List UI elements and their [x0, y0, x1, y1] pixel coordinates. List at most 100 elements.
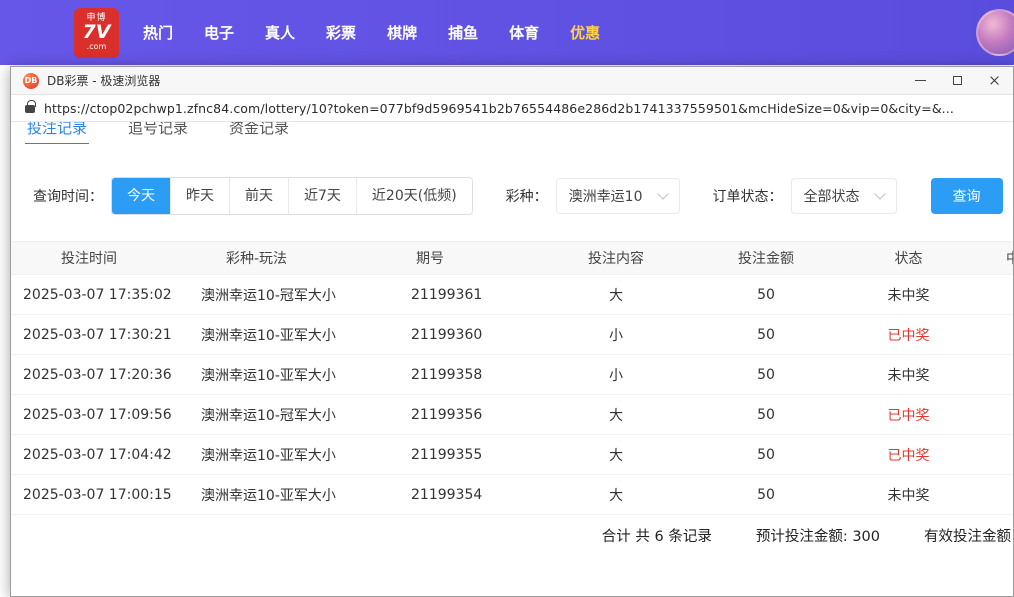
site-header: 申博 7V .com 热门 电子 真人 彩票 棋牌 捕鱼 体育 优惠: [0, 0, 1014, 65]
row-game: 澳洲幸运10-冠军大小: [191, 395, 391, 435]
lottery-select-value: 澳洲幸运10: [569, 186, 643, 206]
row-status: 已中奖: [841, 435, 976, 475]
time-option-yesterday[interactable]: 昨天: [170, 178, 229, 214]
order-status-value: 全部状态: [804, 186, 860, 206]
chevron-down-icon: [874, 188, 885, 199]
row-amount: 50: [691, 315, 841, 355]
main-nav: 热门 电子 真人 彩票 棋牌 捕鱼 体育 优惠: [143, 22, 600, 43]
minimize-button[interactable]: [902, 67, 939, 94]
maximize-button[interactable]: [939, 67, 976, 94]
minimize-icon: [915, 80, 926, 81]
summary-bar: 合计 共 6 条记录 预计投注金额: 300 有效投注金额: [11, 515, 1013, 555]
table-row: 2025-03-07 17:09:56 澳洲幸运10-冠军大小 21199356…: [11, 395, 1013, 435]
records-table-wrap: 投注时间 彩种-玩法 期号 投注内容 投注金额 状态 中 2025-03-07 …: [11, 241, 1013, 515]
col-header-amount: 投注金额: [691, 242, 841, 275]
time-option-20days[interactable]: 近20天(低频): [356, 178, 472, 214]
window-title: DB彩票 - 极速浏览器: [47, 72, 160, 89]
row-amount: 50: [691, 395, 841, 435]
lottery-select[interactable]: 澳洲幸运10: [556, 178, 680, 214]
nav-item-live[interactable]: 真人: [265, 22, 295, 43]
row-winnings: [976, 475, 1013, 515]
row-game: 澳洲幸运10-冠军大小: [191, 275, 391, 315]
time-option-7days[interactable]: 近7天: [288, 178, 356, 214]
table-row: 2025-03-07 17:04:42 澳洲幸运10-亚军大小 21199355…: [11, 435, 1013, 475]
nav-item-hot[interactable]: 热门: [143, 22, 173, 43]
maximize-icon: [953, 76, 962, 85]
row-game: 澳洲幸运10-亚军大小: [191, 315, 391, 355]
summary-expected-amount: 预计投注金额: 300: [756, 525, 880, 546]
row-time: 2025-03-07 17:30:21: [11, 315, 191, 355]
row-time: 2025-03-07 17:09:56: [11, 395, 191, 435]
site-logo[interactable]: 申博 7V .com: [74, 8, 119, 58]
user-avatar[interactable]: [976, 9, 1014, 56]
row-amount: 50: [691, 355, 841, 395]
row-issue: 21199360: [391, 315, 541, 355]
window-titlebar[interactable]: DB DB彩票 - 极速浏览器: [11, 67, 1013, 95]
row-issue: 21199361: [391, 275, 541, 315]
tab-chase-records[interactable]: 追号记录: [126, 122, 190, 144]
row-content: 大: [541, 395, 691, 435]
records-table: 投注时间 彩种-玩法 期号 投注内容 投注金额 状态 中 2025-03-07 …: [11, 241, 1013, 515]
filter-bar: 查询时间： 今天 昨天 前天 近7天 近20天(低频) 彩种： 澳洲幸运10 订…: [33, 177, 1013, 215]
col-header-status: 状态: [841, 242, 976, 275]
order-status-select[interactable]: 全部状态: [791, 178, 897, 214]
nav-item-sports[interactable]: 体育: [509, 22, 539, 43]
lottery-filter-label: 彩种：: [506, 186, 548, 206]
row-status: 未中奖: [841, 475, 976, 515]
row-amount: 50: [691, 475, 841, 515]
logo-line3: .com: [87, 43, 107, 51]
time-filter-label: 查询时间：: [33, 186, 103, 206]
logo-line2: 7V: [83, 23, 111, 43]
row-time: 2025-03-07 17:35:02: [11, 275, 191, 315]
summary-total-records: 合计 共 6 条记录: [602, 525, 712, 546]
table-header-row: 投注时间 彩种-玩法 期号 投注内容 投注金额 状态 中: [11, 242, 1013, 275]
row-content: 大: [541, 435, 691, 475]
row-status: 未中奖: [841, 275, 976, 315]
row-amount: 50: [691, 275, 841, 315]
row-issue: 21199355: [391, 435, 541, 475]
status-filter-label: 订单状态：: [713, 186, 783, 206]
table-row: 2025-03-07 17:00:15 澳洲幸运10-亚军大小 21199354…: [11, 475, 1013, 515]
db-app-icon: DB: [23, 73, 39, 89]
browser-window: DB DB彩票 - 极速浏览器 https://ctop02pchwp1.zfn…: [10, 66, 1014, 597]
nav-item-lottery[interactable]: 彩票: [326, 22, 356, 43]
row-winnings: [976, 275, 1013, 315]
row-winnings: [976, 395, 1013, 435]
close-button[interactable]: [976, 67, 1013, 94]
row-time: 2025-03-07 17:04:42: [11, 435, 191, 475]
nav-item-cards[interactable]: 棋牌: [387, 22, 417, 43]
col-header-content: 投注内容: [541, 242, 691, 275]
url-text[interactable]: https://ctop02pchwp1.zfnc84.com/lottery/…: [44, 101, 954, 116]
tab-bet-records[interactable]: 投注记录: [25, 122, 89, 144]
row-time: 2025-03-07 17:20:36: [11, 355, 191, 395]
col-header-time: 投注时间: [11, 242, 191, 275]
nav-item-promo[interactable]: 优惠: [570, 22, 600, 43]
nav-item-fishing[interactable]: 捕鱼: [448, 22, 478, 43]
row-content: 大: [541, 275, 691, 315]
row-winnings: [976, 315, 1013, 355]
row-issue: 21199356: [391, 395, 541, 435]
nav-item-slots[interactable]: 电子: [204, 22, 234, 43]
time-filter-group: 今天 昨天 前天 近7天 近20天(低频): [111, 177, 473, 215]
row-game: 澳洲幸运10-亚军大小: [191, 355, 391, 395]
time-option-today[interactable]: 今天: [112, 178, 170, 214]
close-icon: [989, 75, 1000, 86]
row-amount: 50: [691, 435, 841, 475]
address-bar[interactable]: https://ctop02pchwp1.zfnc84.com/lottery/…: [11, 95, 1013, 122]
search-button[interactable]: 查询: [931, 178, 1003, 214]
table-row: 2025-03-07 17:30:21 澳洲幸运10-亚军大小 21199360…: [11, 315, 1013, 355]
row-time: 2025-03-07 17:00:15: [11, 475, 191, 515]
row-game: 澳洲幸运10-亚军大小: [191, 435, 391, 475]
row-winnings: [976, 355, 1013, 395]
chevron-down-icon: [657, 188, 668, 199]
col-header-issue: 期号: [391, 242, 541, 275]
window-controls: [902, 67, 1013, 94]
tab-fund-records[interactable]: 资金记录: [227, 122, 291, 144]
row-status: 已中奖: [841, 395, 976, 435]
table-row: 2025-03-07 17:20:36 澳洲幸运10-亚军大小 21199358…: [11, 355, 1013, 395]
time-option-daybefore[interactable]: 前天: [229, 178, 288, 214]
record-tabs: 投注记录 追号记录 资金记录: [25, 122, 1013, 144]
row-status: 未中奖: [841, 355, 976, 395]
row-content: 小: [541, 315, 691, 355]
col-header-winnings: 中: [976, 242, 1013, 275]
